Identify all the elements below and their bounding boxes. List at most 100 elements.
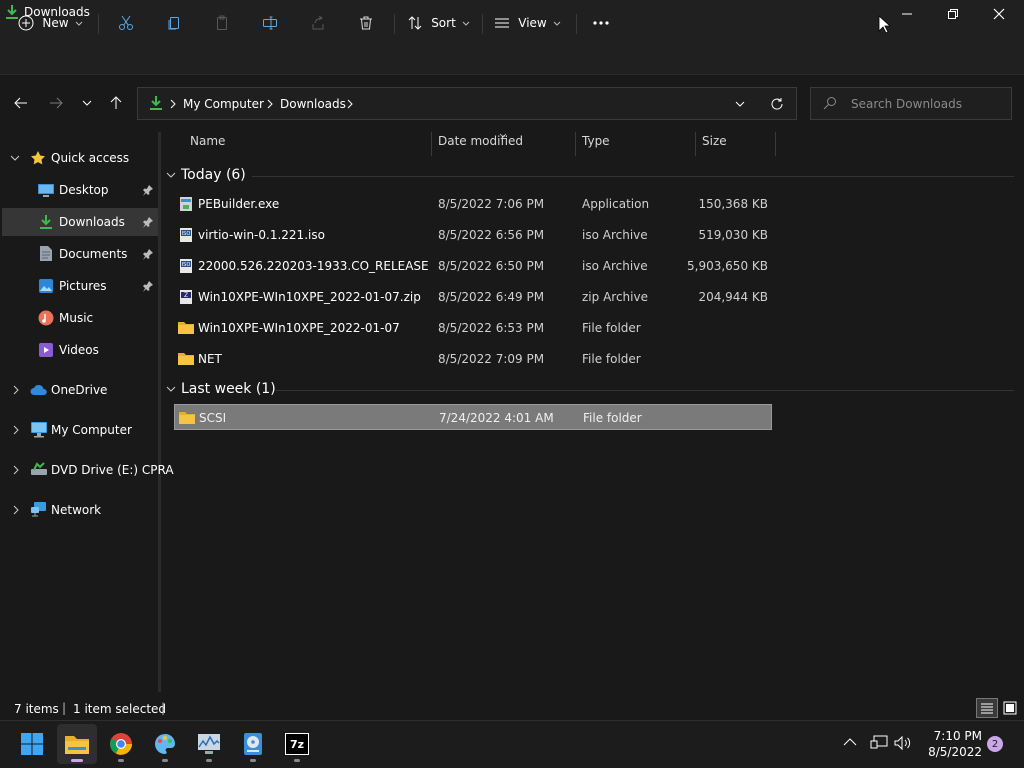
forward-button[interactable] xyxy=(44,88,68,118)
file-name: NET xyxy=(198,352,222,366)
sort-button[interactable]: Sort xyxy=(404,10,474,36)
file-row[interactable]: Z Win10XPE-WIn10XPE_2022-01-07.zip 8/5/2… xyxy=(174,284,772,310)
toolbar-divider xyxy=(394,14,395,34)
file-type: zip Archive xyxy=(582,290,648,304)
taskbar-resource-monitor[interactable] xyxy=(189,724,229,764)
taskbar-chrome[interactable] xyxy=(101,724,141,764)
rename-button[interactable] xyxy=(256,10,284,36)
group-divider xyxy=(252,176,1014,177)
show-hidden-icons-button[interactable] xyxy=(842,736,858,751)
address-history-chevron-icon[interactable] xyxy=(734,98,746,113)
breadcrumb-chevron-icon xyxy=(169,98,177,112)
sidebar-item-documents[interactable]: Documents xyxy=(2,240,158,268)
recent-locations-button[interactable] xyxy=(75,88,99,118)
sidebar-item-my-computer[interactable]: My Computer xyxy=(2,416,158,444)
status-divider: | xyxy=(161,701,166,715)
cut-button[interactable] xyxy=(112,10,140,36)
paste-button[interactable] xyxy=(208,10,236,36)
running-indicator xyxy=(250,759,256,762)
column-separator[interactable] xyxy=(575,132,576,156)
search-placeholder: Search Downloads xyxy=(851,97,962,111)
group-divider xyxy=(276,390,1014,391)
notification-badge[interactable]: 2 xyxy=(987,736,1003,752)
address-bar[interactable]: My Computer Downloads xyxy=(137,87,797,120)
sidebar-item-pictures[interactable]: Pictures xyxy=(2,272,158,300)
group-label: Today (6) xyxy=(181,167,246,183)
tiles-view-button[interactable] xyxy=(1000,698,1020,718)
refresh-icon[interactable] xyxy=(770,97,784,114)
column-separator[interactable] xyxy=(695,132,696,156)
view-button[interactable]: View xyxy=(492,10,564,36)
taskbar-paint[interactable] xyxy=(145,724,185,764)
pane-splitter[interactable] xyxy=(158,132,161,692)
sidebar-item-music[interactable]: Music xyxy=(2,304,158,332)
file-type: iso Archive xyxy=(582,259,648,273)
back-button[interactable] xyxy=(9,88,33,118)
group-header-last-week[interactable]: Last week (1) xyxy=(166,379,276,399)
active-indicator xyxy=(71,759,83,762)
search-box[interactable]: Search Downloads xyxy=(810,87,1012,120)
column-header-type[interactable]: Type xyxy=(582,134,610,156)
file-row[interactable]: ISO 22000.526.220203-1933.CO_RELEASE_SVC… xyxy=(174,253,772,279)
videos-icon xyxy=(39,343,53,357)
file-row[interactable]: Win10XPE-WIn10XPE_2022-01-07 8/5/2022 6:… xyxy=(174,315,772,341)
start-button[interactable] xyxy=(12,724,52,764)
restore-button[interactable] xyxy=(930,0,976,28)
sidebar-item-onedrive[interactable]: OneDrive xyxy=(2,376,158,404)
column-header-name[interactable]: Name xyxy=(190,134,225,156)
file-row[interactable]: PEBuilder.exe 8/5/2022 7:06 PM Applicati… xyxy=(174,191,772,217)
sidebar-item-quick-access[interactable]: Quick access xyxy=(2,144,158,172)
pictures-icon xyxy=(39,279,53,293)
file-name: virtio-win-0.1.221.iso xyxy=(198,228,325,242)
column-separator[interactable] xyxy=(431,132,432,156)
taskbar-file-explorer[interactable] xyxy=(57,724,97,764)
sidebar-item-downloads[interactable]: Downloads xyxy=(2,208,158,236)
details-view-button[interactable] xyxy=(976,698,998,718)
column-separator[interactable] xyxy=(775,132,776,156)
file-type: Application xyxy=(582,197,650,211)
file-type: File folder xyxy=(582,352,641,366)
plus-circle-icon xyxy=(18,15,34,31)
column-header-date-modified[interactable]: Date modified xyxy=(438,134,523,156)
download-icon xyxy=(148,95,164,114)
arrow-left-icon xyxy=(14,97,27,109)
new-button[interactable]: New xyxy=(16,10,86,36)
close-button[interactable] xyxy=(976,0,1022,28)
network-tray-icon[interactable] xyxy=(870,735,888,754)
share-button[interactable] xyxy=(304,10,332,36)
taskbar-disc-burner[interactable] xyxy=(233,724,273,764)
file-type: File folder xyxy=(583,411,642,425)
group-header-today[interactable]: Today (6) xyxy=(166,165,246,185)
taskbar-clock[interactable]: 7:10 PM 8/5/2022 xyxy=(920,728,982,760)
group-label: Last week (1) xyxy=(181,381,276,397)
delete-button[interactable] xyxy=(352,10,380,36)
file-row[interactable]: SCSI 7/24/2022 4:01 AM File folder xyxy=(174,404,772,430)
sidebar-item-desktop[interactable]: Desktop xyxy=(2,176,158,204)
chevron-up-icon xyxy=(843,738,857,746)
sidebar-item-label: Quick access xyxy=(51,151,130,165)
file-name: SCSI xyxy=(199,411,227,425)
minimize-icon xyxy=(902,13,912,15)
iso-archive-icon: ISO xyxy=(180,228,192,242)
up-button[interactable] xyxy=(104,88,128,118)
sidebar-item-videos[interactable]: Videos xyxy=(2,336,158,364)
file-type: iso Archive xyxy=(582,228,648,242)
sidebar-item-network[interactable]: Network xyxy=(2,496,158,524)
file-row[interactable]: ISO virtio-win-0.1.221.iso 8/5/2022 6:56… xyxy=(174,222,772,248)
copy-button[interactable] xyxy=(160,10,188,36)
more-options-button[interactable] xyxy=(586,10,616,36)
close-icon xyxy=(993,8,1005,20)
file-row[interactable]: NET 8/5/2022 7:09 PM File folder xyxy=(174,346,772,372)
file-date: 8/5/2022 6:50 PM xyxy=(438,259,545,273)
sidebar-item-dvd-drive[interactable]: DVD Drive (E:) CPRA xyxy=(2,456,174,484)
breadcrumb-downloads[interactable]: Downloads xyxy=(280,97,346,111)
volume-tray-icon[interactable] xyxy=(894,735,912,754)
list-view-icon xyxy=(495,18,510,28)
rename-icon xyxy=(263,16,277,30)
column-header-size[interactable]: Size xyxy=(702,134,727,156)
file-name: Win10XPE-WIn10XPE_2022-01-07.zip xyxy=(198,290,421,304)
file-size: 5,903,650 KB xyxy=(687,259,768,273)
taskbar-7zip[interactable]: 7z xyxy=(277,724,317,764)
breadcrumb-my-computer[interactable]: My Computer xyxy=(183,97,264,111)
minimize-button[interactable] xyxy=(884,0,930,28)
